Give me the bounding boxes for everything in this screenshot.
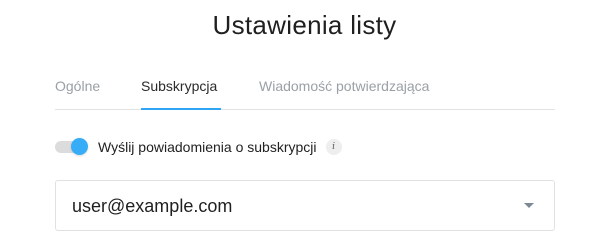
list-settings-page: Ustawienia listy Ogólne Subskrypcja Wiad… <box>0 0 601 246</box>
info-icon[interactable]: i <box>325 139 342 155</box>
subscription-notification-label: Wyślij powiadomienia o subskrypcji <box>98 139 317 155</box>
email-select-value: user@example.com <box>72 196 233 216</box>
subscription-notification-toggle[interactable] <box>55 136 88 158</box>
chevron-down-icon <box>524 203 534 208</box>
tab-bar: Ogólne Subskrypcja Wiadomość potwierdzaj… <box>55 68 555 110</box>
tab-general[interactable]: Ogólne <box>55 78 100 94</box>
tab-confirmation-message[interactable]: Wiadomość potwierdzająca <box>259 78 429 94</box>
subscription-notification-row: Wyślij powiadomienia o subskrypcji i <box>55 136 342 158</box>
toggle-thumb <box>71 138 88 155</box>
page-title: Ustawienia listy <box>212 10 397 40</box>
tab-subscription[interactable]: Subskrypcja <box>141 78 217 94</box>
email-select[interactable]: user@example.com <box>55 180 555 231</box>
active-tab-indicator <box>141 108 221 110</box>
